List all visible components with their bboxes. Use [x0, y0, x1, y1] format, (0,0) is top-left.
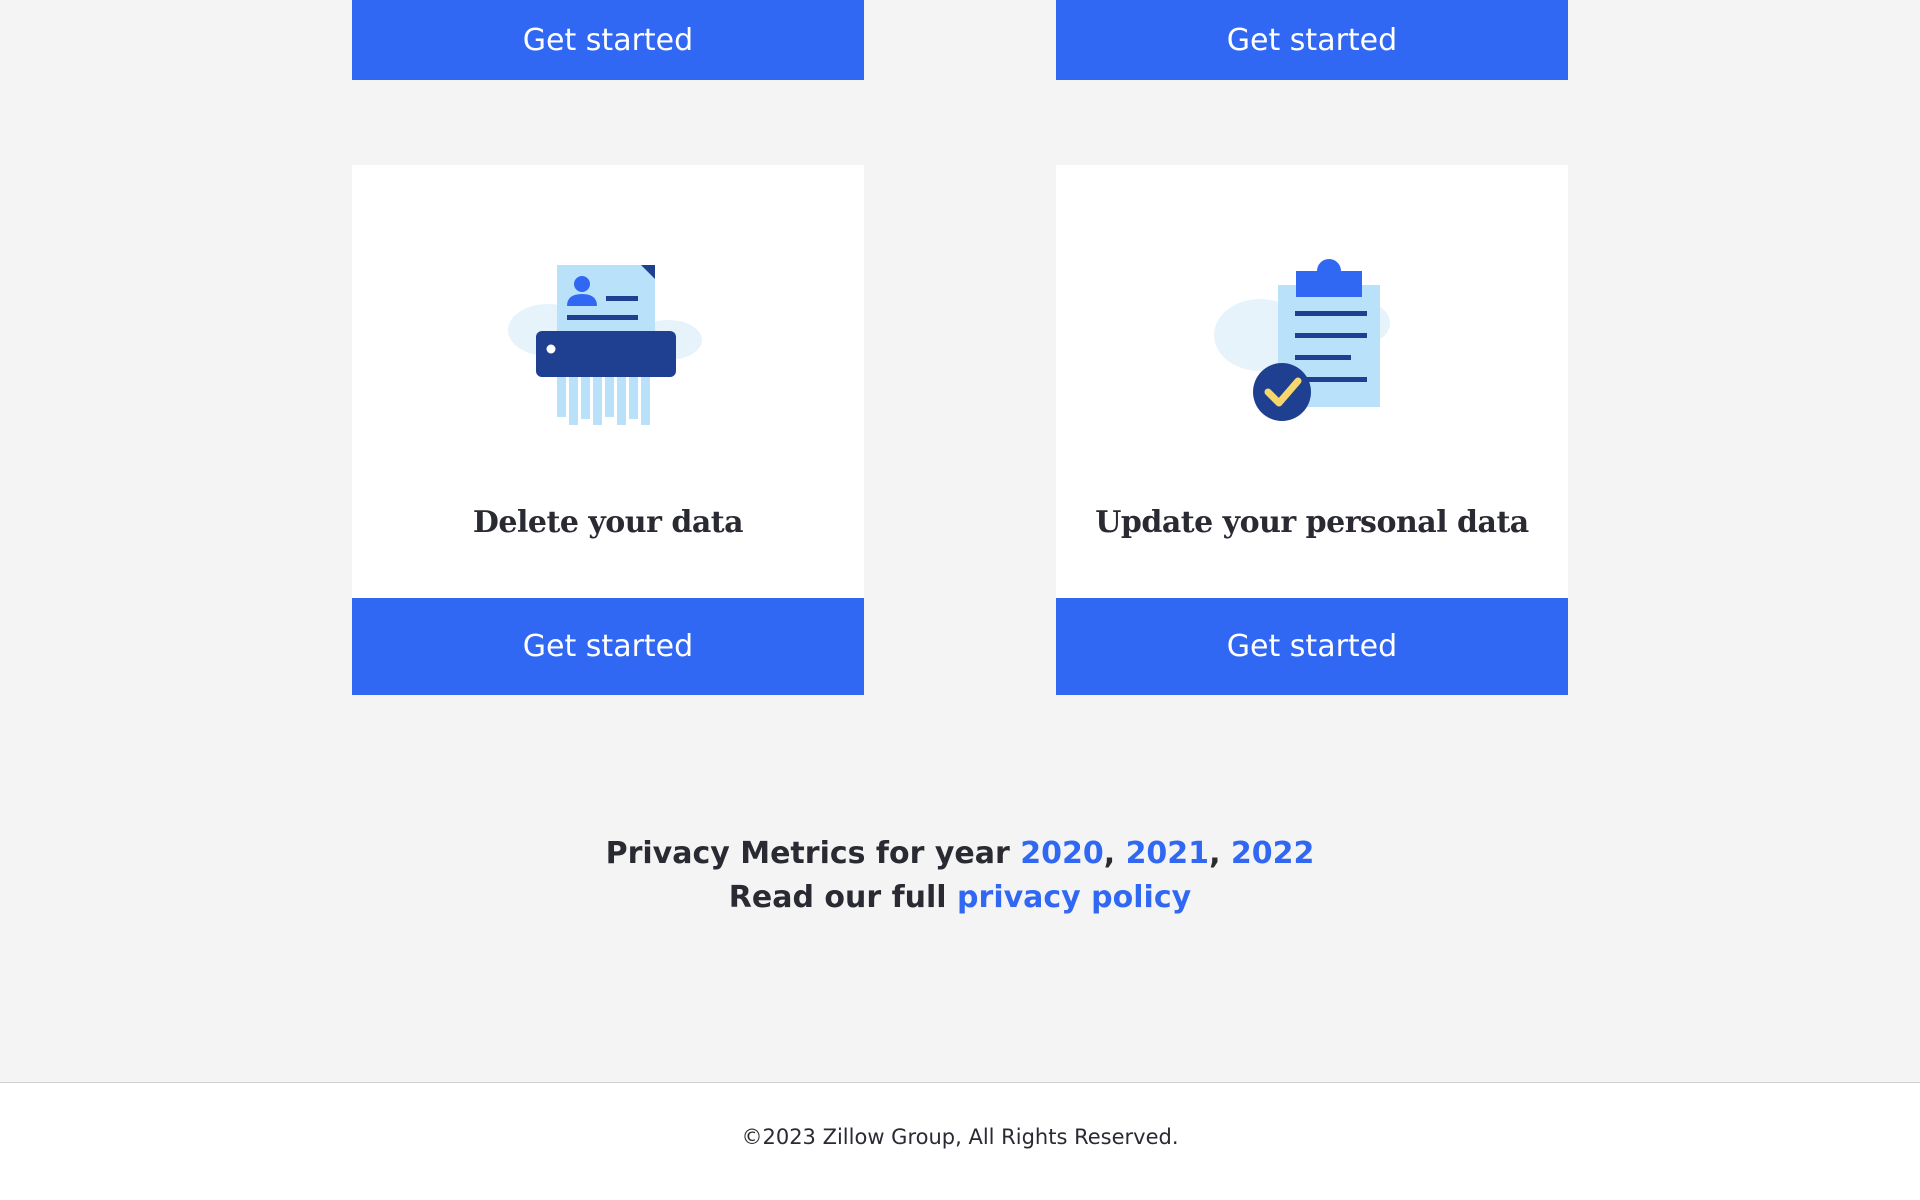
metrics-line: Privacy Metrics for year 2020, 2021, 202… [0, 832, 1920, 876]
get-started-button[interactable]: Get started [352, 598, 864, 695]
year-link-2021[interactable]: 2021 [1126, 836, 1210, 871]
year-link-2022[interactable]: 2022 [1231, 836, 1315, 871]
card-title: Update your personal data [1095, 505, 1529, 540]
card-top-right: Get started [1056, 0, 1568, 80]
card-title: Delete your data [472, 505, 744, 540]
metrics-label: Privacy Metrics for year [605, 836, 1021, 871]
separator: , [1103, 836, 1126, 871]
policy-line: Read our full privacy policy [0, 876, 1920, 920]
copyright-text: ©2023 Zillow Group, All Rights Reserved. [741, 1125, 1179, 1149]
separator: , [1209, 836, 1231, 871]
delete-data-card: Delete your data Get started [352, 165, 864, 695]
clipboard-check-icon [1214, 259, 1390, 421]
document-shredder-icon [508, 265, 702, 425]
policy-label: Read our full [728, 880, 958, 915]
card-top-left: Get started [352, 0, 864, 80]
privacy-policy-link[interactable]: privacy policy [957, 880, 1191, 915]
footer: ©2023 Zillow Group, All Rights Reserved. [0, 1082, 1920, 1200]
privacy-metrics: Privacy Metrics for year 2020, 2021, 202… [0, 832, 1920, 920]
get-started-button[interactable]: Get started [352, 0, 864, 80]
year-link-2020[interactable]: 2020 [1020, 836, 1104, 871]
get-started-button[interactable]: Get started [1056, 0, 1568, 80]
get-started-button[interactable]: Get started [1056, 598, 1568, 695]
update-data-card: Update your personal data Get started [1056, 165, 1568, 695]
